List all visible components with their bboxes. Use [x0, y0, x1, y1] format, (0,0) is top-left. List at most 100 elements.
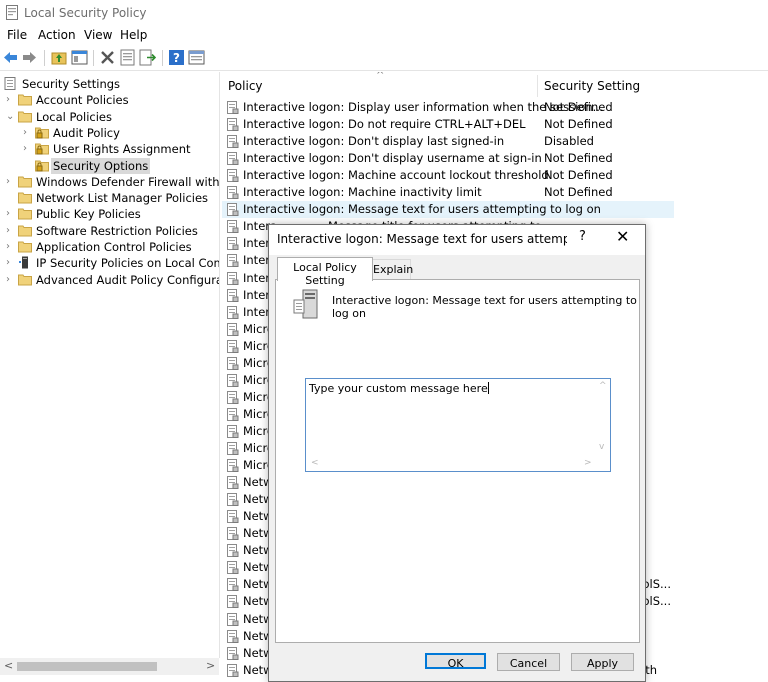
tree-item-label: Windows Defender Firewall with Adva — [36, 174, 220, 189]
text-caret — [487, 382, 489, 394]
menu-file[interactable]: File — [7, 28, 27, 42]
policy-item-icon — [227, 186, 239, 200]
security-setting: Not Defined — [544, 151, 613, 166]
table-row[interactable]: Interactive logon: Display user informat… — [222, 99, 768, 116]
table-row[interactable]: Interactive logon: Do not require CTRL+A… — [222, 116, 768, 133]
column-policy[interactable]: Policy — [228, 79, 263, 93]
security-setting: Not Defined — [544, 168, 613, 183]
column-security-setting[interactable]: Security Setting — [544, 79, 640, 93]
tree-item-label: Software Restriction Policies — [36, 223, 198, 238]
policy-item-icon — [227, 101, 239, 114]
chevron-right-icon[interactable]: › — [23, 125, 33, 141]
tree-item-label: Advanced Audit Policy Configuration — [36, 272, 219, 287]
tree-item-label: Application Control Policies — [36, 240, 192, 254]
back-icon[interactable] — [2, 49, 19, 66]
folder-icon — [18, 192, 32, 204]
chevron-right-icon[interactable]: › — [6, 223, 16, 239]
dialog-body: Local Policy Setting Explain Interactive… — [269, 255, 645, 681]
policy-item-icon — [227, 118, 239, 132]
chevron-down-icon[interactable]: ⌄ — [6, 109, 16, 125]
policy-item-icon — [227, 203, 239, 217]
policy-item-icon — [227, 561, 239, 575]
folder-lock-icon — [35, 127, 49, 139]
folder-icon — [18, 94, 32, 106]
policy-item-icon — [227, 339, 239, 353]
export-list-icon[interactable] — [139, 49, 156, 66]
chevron-right-icon[interactable]: › — [6, 206, 16, 222]
security-settings-icon — [4, 77, 16, 90]
policy-item-icon — [227, 237, 239, 251]
menu-bar: File Action View Help — [0, 27, 768, 45]
folder-icon — [18, 241, 32, 253]
policy-item-icon — [227, 459, 239, 473]
forward-icon[interactable] — [21, 49, 38, 66]
policy-name: Interactive logon: Machine inactivity li… — [243, 185, 482, 200]
help-button[interactable]: ? — [579, 229, 586, 244]
tree-horizontal-scrollbar[interactable]: < > — [0, 658, 219, 675]
delete-icon[interactable] — [99, 49, 116, 66]
scroll-left-icon[interactable]: < — [311, 458, 319, 468]
folder-icon — [18, 274, 32, 286]
tab-panel: Interactive logon: Message text for user… — [275, 279, 640, 643]
tree-item-label: Local Policies — [36, 109, 112, 124]
policy-item-icon — [227, 424, 239, 438]
policy-item-icon — [227, 646, 239, 660]
column-separator[interactable] — [537, 75, 538, 97]
tree-item-label: Public Key Policies — [36, 207, 141, 222]
properties-icon[interactable] — [119, 49, 136, 66]
policy-item-icon — [227, 629, 239, 643]
up-folder-icon[interactable] — [51, 49, 68, 66]
help-icon[interactable]: ? — [168, 49, 185, 66]
policy-item-icon — [227, 595, 239, 609]
table-row[interactable]: Interactive logon: Message text for user… — [222, 201, 674, 219]
menu-help[interactable]: Help — [120, 28, 147, 42]
table-row[interactable]: Interactive logon: Don't display last si… — [222, 133, 768, 150]
tree-item-label: IP Security Policies on Local Compute — [36, 256, 219, 271]
cancel-button[interactable]: Cancel — [497, 653, 560, 671]
table-row[interactable]: Interactive logon: Machine account locko… — [222, 167, 768, 184]
show-hide-tree-icon[interactable] — [71, 49, 88, 66]
scrollbar-thumb[interactable] — [17, 662, 157, 671]
policy-item-icon — [227, 612, 239, 626]
window-title: Local Security Policy — [24, 6, 147, 20]
table-row[interactable]: Interactive logon: Don't display usernam… — [222, 150, 768, 167]
folder-lock-icon — [35, 143, 49, 155]
list-header: ^ Policy Security Setting — [222, 72, 768, 98]
chevron-right-icon[interactable]: › — [6, 272, 16, 288]
scroll-up-icon[interactable]: ^ — [599, 381, 607, 391]
message-text-input[interactable]: Type your custom message here ^ v < > — [305, 378, 611, 472]
policy-item-icon — [227, 510, 239, 524]
menu-action[interactable]: Action — [38, 28, 76, 42]
close-icon[interactable]: ✕ — [616, 227, 629, 246]
view-icon[interactable] — [188, 49, 205, 66]
tree-item-label: Security Settings — [22, 77, 121, 91]
message-horizontal-scrollbar[interactable]: < > — [306, 457, 610, 471]
scroll-left-icon[interactable]: < — [4, 659, 13, 672]
policy-item-icon — [227, 305, 239, 319]
chevron-right-icon[interactable]: › — [6, 92, 16, 108]
policy-item-icon — [227, 578, 239, 592]
table-row[interactable]: Interactive logon: Machine inactivity li… — [222, 184, 768, 201]
security-setting: Not Defined — [544, 117, 613, 132]
tab-local-policy-setting[interactable]: Local Policy Setting — [277, 257, 373, 287]
scroll-down-icon[interactable]: v — [599, 442, 604, 452]
dialog-title: Interactive logon: Message text for user… — [277, 232, 567, 246]
tab-explain[interactable]: Explain — [372, 259, 413, 280]
chevron-right-icon[interactable]: › — [6, 174, 16, 190]
scroll-right-icon[interactable]: > — [206, 659, 215, 672]
policy-name: Interactive logon: Don't display last si… — [243, 134, 505, 149]
apply-button[interactable]: Apply — [571, 653, 634, 671]
scroll-right-icon[interactable]: > — [584, 458, 592, 468]
policy-properties-dialog: Interactive logon: Message text for user… — [268, 224, 646, 682]
menu-view[interactable]: View — [84, 28, 112, 42]
toolbar: ? — [0, 46, 768, 71]
toolbar-separator — [44, 50, 45, 66]
tree-item-label: Network List Manager Policies — [36, 191, 209, 206]
ok-button[interactable]: OK — [425, 653, 486, 670]
policy-item-icon — [227, 527, 239, 541]
chevron-right-icon[interactable]: › — [6, 255, 16, 271]
chevron-right-icon[interactable]: › — [6, 239, 16, 255]
message-vertical-scrollbar[interactable]: ^ v — [596, 379, 610, 456]
policy-item-icon — [227, 663, 239, 677]
chevron-right-icon[interactable]: › — [23, 141, 33, 157]
